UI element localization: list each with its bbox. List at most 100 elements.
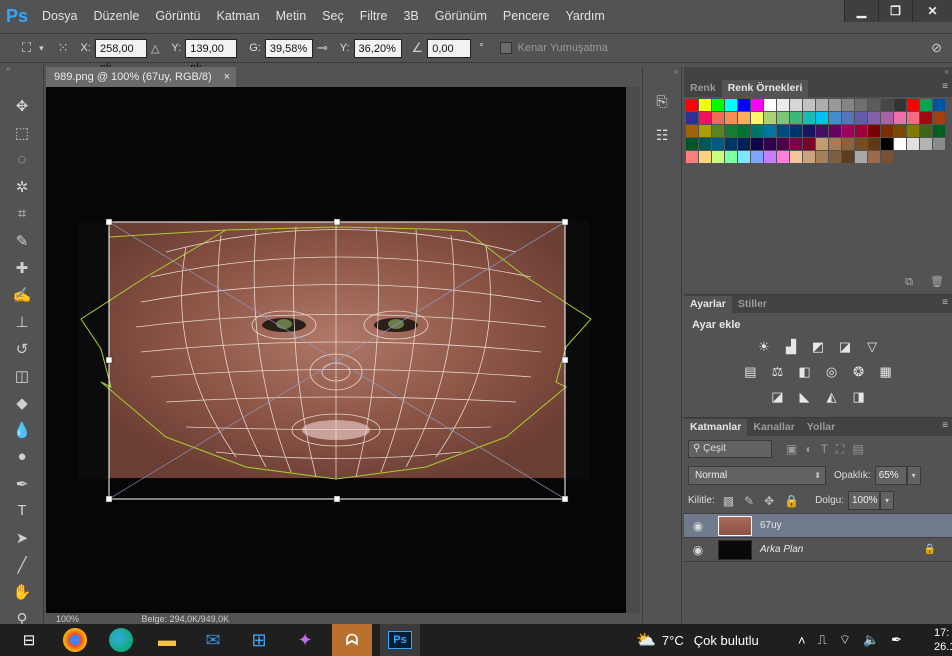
menu-katman[interactable]: Katman: [208, 0, 267, 32]
collapse-icon[interactable]: «: [643, 67, 681, 79]
invert-icon[interactable]: ◪: [768, 389, 786, 404]
color-swatch[interactable]: [751, 112, 763, 124]
clone-stamp-tool-icon[interactable]: ⊥: [0, 308, 44, 335]
chevron-down-icon[interactable]: ▾: [906, 465, 921, 485]
y-position-field[interactable]: 139,00 pk: [185, 38, 238, 74]
chevron-up-icon[interactable]: ˄: [798, 633, 806, 648]
link-icon[interactable]: ⊸: [317, 40, 328, 56]
close-button[interactable]: ✕: [912, 0, 952, 22]
crop-tool-icon[interactable]: ⌗: [0, 200, 44, 227]
vibrance-icon[interactable]: ▽: [863, 339, 881, 354]
document-scrollbar[interactable]: [626, 87, 640, 613]
color-swatch[interactable]: [881, 138, 893, 150]
color-swatch[interactable]: [699, 138, 711, 150]
close-tab-icon[interactable]: ×: [224, 67, 230, 87]
color-swatch[interactable]: [712, 112, 724, 124]
visibility-eye-icon[interactable]: ◉: [684, 519, 712, 533]
tab-kanallar[interactable]: Kanallar: [747, 419, 800, 436]
menu-3b[interactable]: 3B: [395, 0, 426, 32]
color-swatch[interactable]: [842, 138, 854, 150]
color-swatch[interactable]: [803, 112, 815, 124]
weather-widget[interactable]: ⛅ 7°C Çok bulutlu: [636, 624, 759, 656]
color-swatch[interactable]: [855, 125, 867, 137]
menu-goruntu[interactable]: Görüntü: [147, 0, 208, 32]
color-swatch[interactable]: [816, 151, 828, 163]
magic-wand-tool-icon[interactable]: ✲: [0, 173, 44, 200]
color-swatch[interactable]: [712, 151, 724, 163]
width-field[interactable]: 39,58%: [264, 38, 313, 58]
blend-mode-select[interactable]: Normal ⬍: [688, 465, 826, 485]
color-swatch[interactable]: [881, 99, 893, 111]
type-tool-icon[interactable]: T: [0, 497, 44, 524]
color-swatch[interactable]: [725, 99, 737, 111]
minimize-button[interactable]: ▁: [844, 0, 878, 22]
color-swatch[interactable]: [725, 125, 737, 137]
color-swatch[interactable]: [920, 138, 932, 150]
collapse-icon[interactable]: «: [684, 67, 952, 79]
transform-tool-icon[interactable]: ⛶: [22, 40, 31, 56]
menu-metin[interactable]: Metin: [268, 0, 315, 32]
color-swatch[interactable]: [868, 125, 880, 137]
color-swatch[interactable]: [894, 112, 906, 124]
color-swatch[interactable]: [738, 151, 750, 163]
task-view-icon[interactable]: ⊟: [12, 626, 46, 654]
color-swatch[interactable]: [699, 99, 711, 111]
menu-filtre[interactable]: Filtre: [352, 0, 396, 32]
color-swatch[interactable]: [920, 99, 932, 111]
color-swatch[interactable]: [803, 125, 815, 137]
brightness-contrast-icon[interactable]: ☀: [755, 339, 773, 354]
color-swatch[interactable]: [855, 112, 867, 124]
canvas-area[interactable]: [46, 87, 626, 613]
color-swatch[interactable]: [751, 99, 763, 111]
cancel-transform-icon[interactable]: ⊘: [931, 40, 942, 56]
edge-icon[interactable]: [109, 628, 133, 652]
color-swatch[interactable]: [803, 99, 815, 111]
channel-mixer-icon[interactable]: ❂: [850, 364, 868, 379]
color-swatch[interactable]: [868, 99, 880, 111]
brush-tool-icon[interactable]: ✍: [0, 281, 44, 308]
color-swatch[interactable]: [686, 112, 698, 124]
color-swatch[interactable]: [842, 99, 854, 111]
panel-menu-icon[interactable]: ≡: [942, 81, 948, 92]
layer-filter-select[interactable]: ⚲ Çeşit: [688, 440, 772, 458]
x-position-field[interactable]: 258,00 pk: [94, 38, 147, 74]
store-icon[interactable]: ⊞: [242, 626, 276, 654]
hue-saturation-icon[interactable]: ▤: [741, 364, 759, 379]
color-swatch[interactable]: [933, 112, 945, 124]
color-swatch[interactable]: [738, 138, 750, 150]
color-swatch[interactable]: [686, 99, 698, 111]
color-swatch[interactable]: [894, 125, 906, 137]
color-swatch[interactable]: [790, 125, 802, 137]
speaker-icon[interactable]: 🔈: [863, 632, 879, 648]
color-swatch[interactable]: [881, 112, 893, 124]
threshold-icon[interactable]: ◭: [823, 389, 841, 404]
chevron-down-icon[interactable]: ▾: [39, 43, 44, 54]
menu-sec[interactable]: Seç: [314, 0, 352, 32]
layer-row-arka-plan[interactable]: ◉ Arka Plan 🔒: [684, 538, 952, 562]
color-swatch[interactable]: [829, 151, 841, 163]
color-swatch[interactable]: [907, 112, 919, 124]
outlook-icon[interactable]: ✉: [196, 626, 230, 654]
color-swatch[interactable]: [790, 138, 802, 150]
color-swatch[interactable]: [920, 112, 932, 124]
color-swatch[interactable]: [751, 151, 763, 163]
color-swatch[interactable]: [725, 112, 737, 124]
color-swatch[interactable]: [725, 151, 737, 163]
layer-name[interactable]: 67uy: [760, 520, 782, 531]
menu-pencere[interactable]: Pencere: [495, 0, 558, 32]
restore-button[interactable]: ❐: [878, 0, 912, 22]
healing-brush-tool-icon[interactable]: ✚: [0, 254, 44, 281]
color-swatch[interactable]: [829, 138, 841, 150]
file-explorer-icon[interactable]: ▬: [150, 626, 184, 654]
color-swatch[interactable]: [712, 138, 724, 150]
color-swatch[interactable]: [803, 151, 815, 163]
layer-filter-icons[interactable]: ▣◐T⛶▤: [786, 442, 872, 457]
color-swatch[interactable]: [816, 99, 828, 111]
color-swatch[interactable]: [686, 125, 698, 137]
panel-menu-icon[interactable]: ≡: [942, 297, 948, 308]
color-swatch[interactable]: [933, 125, 945, 137]
color-swatch[interactable]: [764, 151, 776, 163]
color-swatch[interactable]: [738, 99, 750, 111]
color-swatch[interactable]: [829, 112, 841, 124]
levels-icon[interactable]: ▟: [782, 339, 800, 354]
